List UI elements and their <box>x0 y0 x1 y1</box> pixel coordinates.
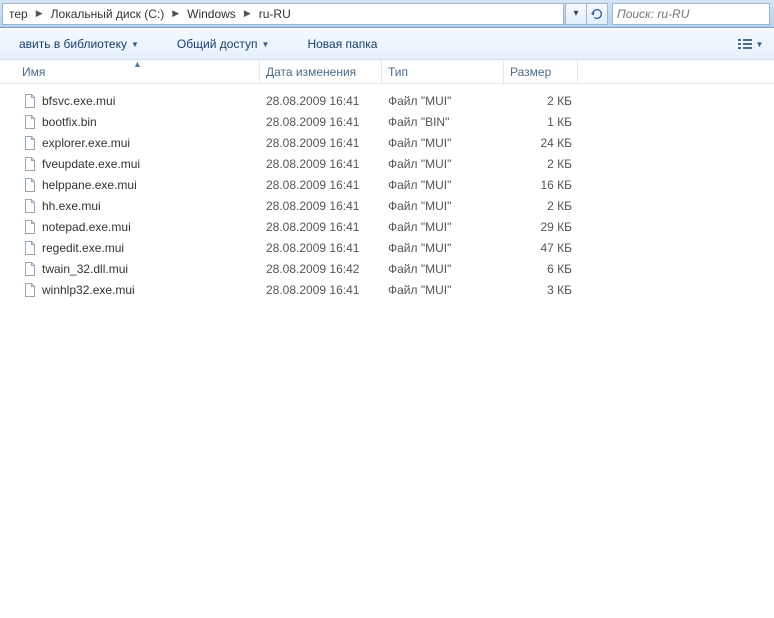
chevron-right-icon[interactable]: ▶ <box>168 8 183 19</box>
breadcrumb-item[interactable]: Windows <box>183 4 240 24</box>
file-size: 16 КБ <box>504 178 578 192</box>
file-size: 3 КБ <box>504 283 578 297</box>
file-size: 2 КБ <box>504 157 578 171</box>
file-name: helppane.exe.mui <box>42 178 137 192</box>
file-icon <box>22 93 38 109</box>
file-row[interactable]: hh.exe.mui 28.08.2009 16:41 Файл "MUI" 2… <box>16 195 774 216</box>
file-date: 28.08.2009 16:41 <box>260 283 382 297</box>
breadcrumb[interactable]: тер ▶ Локальный диск (C:) ▶ Windows ▶ ru… <box>2 3 564 25</box>
toolbar-label: авить в библиотеку <box>19 37 127 51</box>
column-header-date[interactable]: Дата изменения <box>260 60 382 83</box>
toolbar: авить в библиотеку ▼ Общий доступ ▼ Нова… <box>0 28 774 60</box>
file-type: Файл "MUI" <box>382 199 504 213</box>
file-name: fveupdate.exe.mui <box>42 157 140 171</box>
column-label: Тип <box>388 65 408 79</box>
file-date: 28.08.2009 16:41 <box>260 115 382 129</box>
add-to-library-button[interactable]: авить в библиотеку ▼ <box>8 32 150 56</box>
file-icon <box>22 135 38 151</box>
file-row[interactable]: bfsvc.exe.mui 28.08.2009 16:41 Файл "MUI… <box>16 90 774 111</box>
file-icon <box>22 198 38 214</box>
file-type: Файл "MUI" <box>382 241 504 255</box>
file-date: 28.08.2009 16:41 <box>260 199 382 213</box>
chevron-down-icon: ▼ <box>756 40 764 49</box>
file-size: 29 КБ <box>504 220 578 234</box>
file-icon <box>22 261 38 277</box>
file-name: bfsvc.exe.mui <box>42 94 115 108</box>
file-date: 28.08.2009 16:41 <box>260 220 382 234</box>
view-options-button[interactable]: ▼ <box>734 33 766 55</box>
column-header-size[interactable]: Размер <box>504 60 578 83</box>
file-row[interactable]: explorer.exe.mui 28.08.2009 16:41 Файл "… <box>16 132 774 153</box>
file-name: hh.exe.mui <box>42 199 101 213</box>
file-list: bfsvc.exe.mui 28.08.2009 16:41 Файл "MUI… <box>0 84 774 300</box>
refresh-icon <box>590 7 604 21</box>
column-label: Размер <box>510 65 551 79</box>
file-date: 28.08.2009 16:41 <box>260 241 382 255</box>
search-box[interactable] <box>612 3 770 25</box>
file-size: 6 КБ <box>504 262 578 276</box>
toolbar-label: Новая папка <box>307 37 377 51</box>
file-row[interactable]: winhlp32.exe.mui 28.08.2009 16:41 Файл "… <box>16 279 774 300</box>
file-name: twain_32.dll.mui <box>42 262 128 276</box>
file-size: 47 КБ <box>504 241 578 255</box>
file-row[interactable]: fveupdate.exe.mui 28.08.2009 16:41 Файл … <box>16 153 774 174</box>
column-label: Имя <box>22 65 45 79</box>
file-row[interactable]: notepad.exe.mui 28.08.2009 16:41 Файл "M… <box>16 216 774 237</box>
column-header-type[interactable]: Тип <box>382 60 504 83</box>
breadcrumb-item[interactable]: ru-RU <box>255 4 295 24</box>
file-row[interactable]: helppane.exe.mui 28.08.2009 16:41 Файл "… <box>16 174 774 195</box>
file-size: 2 КБ <box>504 199 578 213</box>
file-row[interactable]: regedit.exe.mui 28.08.2009 16:41 Файл "M… <box>16 237 774 258</box>
file-icon <box>22 219 38 235</box>
file-date: 28.08.2009 16:41 <box>260 136 382 150</box>
address-bar: тер ▶ Локальный диск (C:) ▶ Windows ▶ ru… <box>0 0 774 28</box>
file-type: Файл "MUI" <box>382 283 504 297</box>
file-type: Файл "MUI" <box>382 94 504 108</box>
file-size: 1 КБ <box>504 115 578 129</box>
view-icon <box>737 38 753 50</box>
file-icon <box>22 114 38 130</box>
chevron-down-icon: ▼ <box>262 40 270 49</box>
file-type: Файл "MUI" <box>382 220 504 234</box>
file-icon <box>22 240 38 256</box>
file-type: Файл "BIN" <box>382 115 504 129</box>
file-name: regedit.exe.mui <box>42 241 124 255</box>
file-row[interactable]: twain_32.dll.mui 28.08.2009 16:42 Файл "… <box>16 258 774 279</box>
file-date: 28.08.2009 16:41 <box>260 94 382 108</box>
address-controls: ▾ <box>566 3 608 25</box>
file-date: 28.08.2009 16:41 <box>260 178 382 192</box>
column-header-name[interactable]: Имя ▲ <box>16 60 260 83</box>
breadcrumb-item[interactable]: Локальный диск (C:) <box>47 4 169 24</box>
refresh-button[interactable] <box>586 3 608 25</box>
file-icon <box>22 156 38 172</box>
file-name: bootfix.bin <box>42 115 97 129</box>
file-name: winhlp32.exe.mui <box>42 283 135 297</box>
file-icon <box>22 282 38 298</box>
share-button[interactable]: Общий доступ ▼ <box>166 32 281 56</box>
file-icon <box>22 177 38 193</box>
chevron-right-icon[interactable]: ▶ <box>240 8 255 19</box>
history-dropdown-button[interactable]: ▾ <box>565 3 587 25</box>
file-size: 24 КБ <box>504 136 578 150</box>
new-folder-button[interactable]: Новая папка <box>296 32 388 56</box>
file-type: Файл "MUI" <box>382 136 504 150</box>
toolbar-label: Общий доступ <box>177 37 258 51</box>
search-input[interactable] <box>617 7 765 21</box>
file-date: 28.08.2009 16:42 <box>260 262 382 276</box>
file-name: explorer.exe.mui <box>42 136 130 150</box>
chevron-down-icon: ▼ <box>131 40 139 49</box>
file-size: 2 КБ <box>504 94 578 108</box>
sort-asc-icon: ▲ <box>133 59 142 69</box>
breadcrumb-item[interactable]: тер <box>5 4 32 24</box>
file-type: Файл "MUI" <box>382 178 504 192</box>
file-name: notepad.exe.mui <box>42 220 131 234</box>
file-type: Файл "MUI" <box>382 157 504 171</box>
file-row[interactable]: bootfix.bin 28.08.2009 16:41 Файл "BIN" … <box>16 111 774 132</box>
column-label: Дата изменения <box>266 65 356 79</box>
chevron-right-icon[interactable]: ▶ <box>32 8 47 19</box>
file-date: 28.08.2009 16:41 <box>260 157 382 171</box>
file-type: Файл "MUI" <box>382 262 504 276</box>
columns-header: Имя ▲ Дата изменения Тип Размер <box>0 60 774 84</box>
